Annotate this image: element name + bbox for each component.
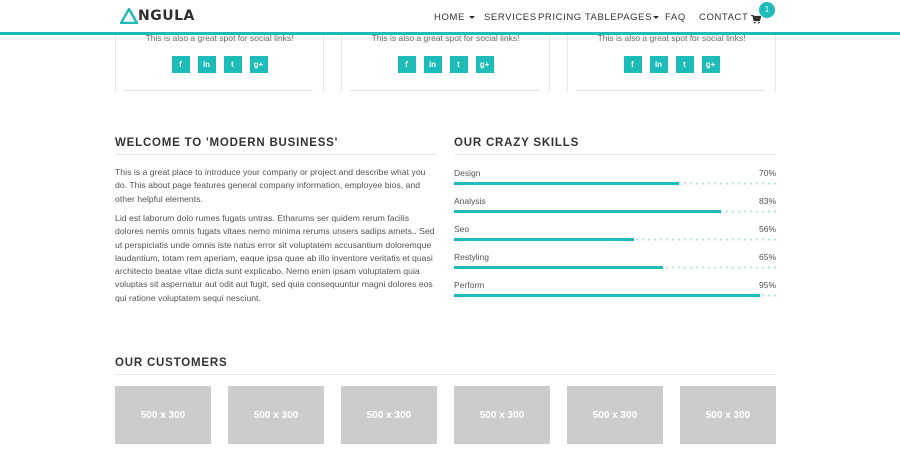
skill-label: Restyling <box>454 252 489 262</box>
skill-progress-fill <box>454 210 722 213</box>
skill-percent: 95% <box>758 280 776 290</box>
heading-rule <box>115 374 776 375</box>
welcome-heading: WELCOME TO 'MODERN BUSINESS' <box>115 137 339 149</box>
customer-logo[interactable]: 500 x 300 <box>115 386 211 444</box>
brand-name: NGULA <box>138 8 195 24</box>
skill-progress-bar <box>454 266 776 269</box>
google-plus-icon[interactable]: g+ <box>249 56 268 73</box>
customer-logo[interactable]: 500 x 300 <box>680 386 776 444</box>
linkedin-icon[interactable]: in <box>197 56 216 73</box>
linkedin-icon[interactable]: in <box>649 56 668 73</box>
skill-label: Design <box>454 168 481 178</box>
brand-logo[interactable]: NGULA <box>120 8 195 24</box>
skills-heading: OUR CRAZY SKILLS <box>454 137 580 149</box>
google-plus-icon[interactable]: g+ <box>475 56 494 73</box>
nav-home-label: HOME <box>434 12 465 23</box>
linkedin-icon[interactable]: in <box>423 56 442 73</box>
divider <box>350 90 539 91</box>
skill-percent: 83% <box>758 196 776 206</box>
nav-pages[interactable]: PAGES <box>617 12 660 23</box>
team-card: This is also a great spot for social lin… <box>567 30 776 92</box>
skill-progress-fill <box>454 238 635 241</box>
team-card: This is also a great spot for social lin… <box>341 30 550 92</box>
customers-heading: OUR CUSTOMERS <box>115 357 228 369</box>
chevron-down-icon <box>653 16 660 19</box>
facebook-icon[interactable]: f <box>397 56 416 73</box>
welcome-body-text: Lid est laborum dolo rumes fugats untras… <box>115 213 435 303</box>
skill-label: Perform <box>454 280 485 290</box>
navbar: NGULA HOME SERVICES PRICING TABLE PAGES … <box>0 0 900 35</box>
nav-services[interactable]: SERVICES <box>484 12 537 23</box>
customer-logo[interactable]: 500 x 300 <box>228 386 324 444</box>
twitter-icon[interactable]: t <box>675 56 694 73</box>
nav-contact[interactable]: CONTACT <box>699 12 748 23</box>
nav-faq[interactable]: FAQ <box>665 12 686 23</box>
divider <box>124 90 313 91</box>
skill-progress-fill <box>454 294 760 297</box>
logo-icon <box>120 8 138 24</box>
skill-percent: 70% <box>758 168 776 178</box>
nav-contact-label: CONTACT <box>699 12 749 23</box>
twitter-icon[interactable]: t <box>449 56 468 73</box>
skill-progress-fill <box>454 266 664 269</box>
social-links: f in t g+ <box>342 56 549 73</box>
skill-progress-fill <box>454 182 680 185</box>
customer-logo[interactable]: 500 x 300 <box>567 386 663 444</box>
skill-label: Seo <box>454 224 470 234</box>
heading-rule <box>115 154 436 155</box>
skill-label: Analysis <box>454 196 486 206</box>
chevron-down-icon <box>468 16 475 19</box>
customer-logo[interactable]: 500 x 300 <box>341 386 437 444</box>
nav-home[interactable]: HOME <box>434 12 475 23</box>
nav-pricing-table[interactable]: PRICING TABLE <box>538 12 617 23</box>
social-links: f in t g+ <box>116 56 323 73</box>
social-links: f in t g+ <box>568 56 775 73</box>
skill-progress-bar <box>454 238 776 241</box>
skill-percent: 56% <box>758 224 776 234</box>
team-card: This is also a great spot for social lin… <box>115 30 324 92</box>
google-plus-icon[interactable]: g+ <box>701 56 720 73</box>
skill-progress-bar <box>454 182 776 185</box>
nav-pricing-label: PRICING TABLE <box>538 12 618 23</box>
divider <box>576 90 765 91</box>
shopping-cart-icon <box>751 14 762 24</box>
skill-progress-bar <box>454 210 776 213</box>
cart-count-badge: 1 <box>759 2 775 18</box>
nav-services-label: SERVICES <box>484 12 537 23</box>
heading-rule <box>454 154 776 155</box>
facebook-icon[interactable]: f <box>171 56 190 73</box>
welcome-intro-text: This is a great place to introduce your … <box>115 167 426 204</box>
customer-logo[interactable]: 500 x 300 <box>454 386 550 444</box>
twitter-icon[interactable]: t <box>223 56 242 73</box>
skill-percent: 65% <box>758 252 776 262</box>
facebook-icon[interactable]: f <box>623 56 642 73</box>
skill-progress-bar <box>454 294 776 297</box>
nav-faq-label: FAQ <box>665 12 686 23</box>
nav-pages-label: PAGES <box>617 12 653 23</box>
